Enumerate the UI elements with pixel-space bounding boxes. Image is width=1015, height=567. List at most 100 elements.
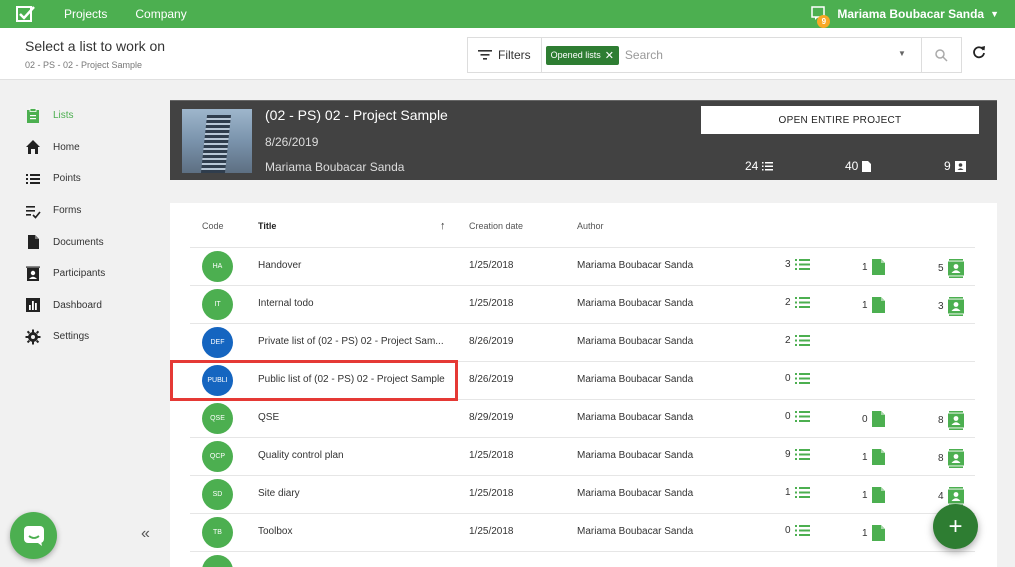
app-logo-icon[interactable] — [16, 5, 36, 23]
lists-table: Code Title ↑ Creation date Author HA Hand… — [170, 203, 997, 567]
list-title: Toolbox — [258, 526, 293, 537]
project-documents-stat: 40 — [845, 159, 872, 173]
project-summary-card: (02 - PS) 02 - Project Sample 8/26/2019 … — [170, 100, 997, 180]
gear-icon — [25, 329, 41, 345]
list-code-avatar: PUBLI — [202, 365, 233, 396]
participants-count: 8 — [938, 415, 944, 426]
sidebar-item-documents[interactable]: Documents — [0, 226, 170, 258]
documents-count-cell: 1 — [862, 449, 885, 465]
table-row[interactable]: QSE QSE 8/29/2019 Mariama Boubacar Sanda 0 0 8 — [190, 399, 975, 437]
list-creation-date: 8/26/2019 — [469, 336, 514, 347]
sidebar-item-label: Participants — [53, 268, 106, 280]
search-input[interactable] — [624, 48, 895, 62]
list-icon — [794, 487, 810, 498]
participants-count: 4 — [938, 491, 944, 502]
list-code-avatar: QCP — [202, 441, 233, 472]
documents-count: 1 — [862, 451, 868, 463]
refresh-icon[interactable] — [972, 45, 986, 64]
sidebar-item-participants[interactable]: Participants — [0, 258, 170, 290]
participants-count: 5 — [938, 263, 944, 274]
list-code-avatar: QSE — [202, 403, 233, 434]
column-header-author[interactable]: Author — [577, 221, 604, 231]
column-header-title[interactable]: Title — [258, 221, 276, 231]
documents-count: 1 — [862, 527, 868, 539]
list-code-avatar: IT — [202, 289, 233, 320]
filters-button[interactable]: Filters — [468, 38, 542, 72]
list-icon — [794, 449, 810, 460]
list-title: Private list of (02 - PS) 02 - Project S… — [258, 336, 444, 347]
sidebar-item-label: Forms — [53, 205, 82, 217]
list-creation-date: 8/26/2019 — [469, 374, 514, 385]
list-title: QSE — [258, 412, 280, 423]
project-date: 8/26/2019 — [265, 135, 319, 149]
documents-count: 0 — [862, 413, 868, 425]
documents-count-cell: 1 — [862, 297, 885, 313]
points-count-cell: 1 — [785, 487, 810, 498]
nav-projects-link[interactable]: Projects — [64, 7, 107, 21]
checklist-icon — [26, 205, 41, 219]
list-code-avatar — [202, 555, 233, 567]
table-row[interactable]: HA Handover 1/25/2018 Mariama Boubacar Sand… — [190, 247, 975, 285]
contacts-icon — [947, 297, 964, 316]
notifications-icon[interactable]: 9 — [811, 6, 831, 28]
project-author: Mariama Boubacar Sanda — [265, 160, 405, 174]
column-header-code[interactable]: Code — [202, 221, 224, 231]
table-row[interactable]: PUBLI Public list of (02 - PS) 02 - Proje… — [190, 361, 975, 399]
document-icon — [871, 525, 885, 541]
sidebar-item-home[interactable]: Home — [0, 132, 170, 164]
chart-icon — [26, 298, 40, 313]
opened-lists-chip[interactable]: Opened lists ✕ — [545, 45, 619, 65]
user-menu[interactable]: 9 Mariama Boubacar Sanda ▼ — [811, 0, 999, 28]
list-icon — [26, 173, 40, 184]
sidebar-item-label: Dashboard — [53, 299, 102, 311]
table-row[interactable]: SD Site diary 1/25/2018 Mariama Boubacar Sa… — [190, 475, 975, 513]
close-icon[interactable]: ✕ — [605, 49, 614, 62]
sort-ascending-icon[interactable]: ↑ — [440, 220, 446, 232]
chevron-down-icon[interactable]: ▼ — [990, 9, 999, 19]
filter-search-bar: Filters Opened lists ✕ ▼ — [467, 37, 962, 73]
search-button[interactable] — [921, 38, 961, 72]
list-author: Mariama Boubacar Sanda — [577, 450, 694, 461]
list-creation-date: 1/25/2018 — [469, 260, 514, 271]
open-entire-project-button[interactable]: OPEN ENTIRE PROJECT — [701, 106, 979, 134]
chevron-down-icon[interactable]: ▼ — [898, 49, 906, 58]
list-author: Mariama Boubacar Sanda — [577, 260, 694, 271]
table-row[interactable] — [190, 551, 975, 567]
points-count-cell: 0 — [785, 411, 810, 422]
sidebar-item-label: Points — [53, 173, 81, 185]
points-count: 3 — [785, 259, 791, 270]
points-count: 2 — [785, 335, 791, 346]
list-title: Public list of (02 - PS) 02 - Project Sa… — [258, 374, 445, 385]
sidebar-item-settings[interactable]: Settings — [0, 321, 170, 353]
top-navbar: Projects Company 9 Mariama Boubacar Sand… — [0, 0, 1015, 28]
document-icon — [862, 160, 872, 172]
points-count: 0 — [785, 411, 791, 422]
sidebar: Lists Home Points Forms Documents Partic… — [0, 100, 170, 353]
add-list-button[interactable]: + — [933, 504, 978, 549]
document-icon — [871, 297, 885, 313]
collapse-sidebar-icon[interactable]: « — [141, 525, 150, 543]
list-icon — [794, 525, 810, 536]
project-participants-stat: 9 — [944, 159, 966, 173]
document-icon — [28, 235, 39, 250]
table-row[interactable]: IT Internal todo 1/25/2018 Mariama Boubacar… — [190, 285, 975, 323]
contacts-icon — [26, 266, 40, 281]
sidebar-item-forms[interactable]: Forms — [0, 195, 170, 227]
document-icon — [871, 411, 885, 427]
sidebar-item-points[interactable]: Points — [0, 163, 170, 195]
list-icon — [794, 259, 810, 270]
table-row[interactable]: QCP Quality control plan 1/25/2018 Mariama … — [190, 437, 975, 475]
column-header-creation-date[interactable]: Creation date — [469, 221, 523, 231]
chat-support-icon[interactable] — [10, 512, 57, 559]
nav-company-link[interactable]: Company — [135, 7, 186, 21]
home-icon — [26, 140, 40, 155]
sidebar-item-dashboard[interactable]: Dashboard — [0, 290, 170, 322]
table-row[interactable]: DEF Private list of (02 - PS) 02 - Projec… — [190, 323, 975, 361]
sidebar-item-lists[interactable]: Lists — [0, 100, 170, 132]
document-icon — [871, 259, 885, 275]
table-row[interactable]: TB Toolbox 1/25/2018 Mariama Boubacar Sanda… — [190, 513, 975, 551]
documents-count-cell: 1 — [862, 525, 885, 541]
list-creation-date: 8/29/2019 — [469, 412, 514, 423]
user-name: Mariama Boubacar Sanda — [837, 7, 985, 21]
points-count-cell: 3 — [785, 259, 810, 270]
